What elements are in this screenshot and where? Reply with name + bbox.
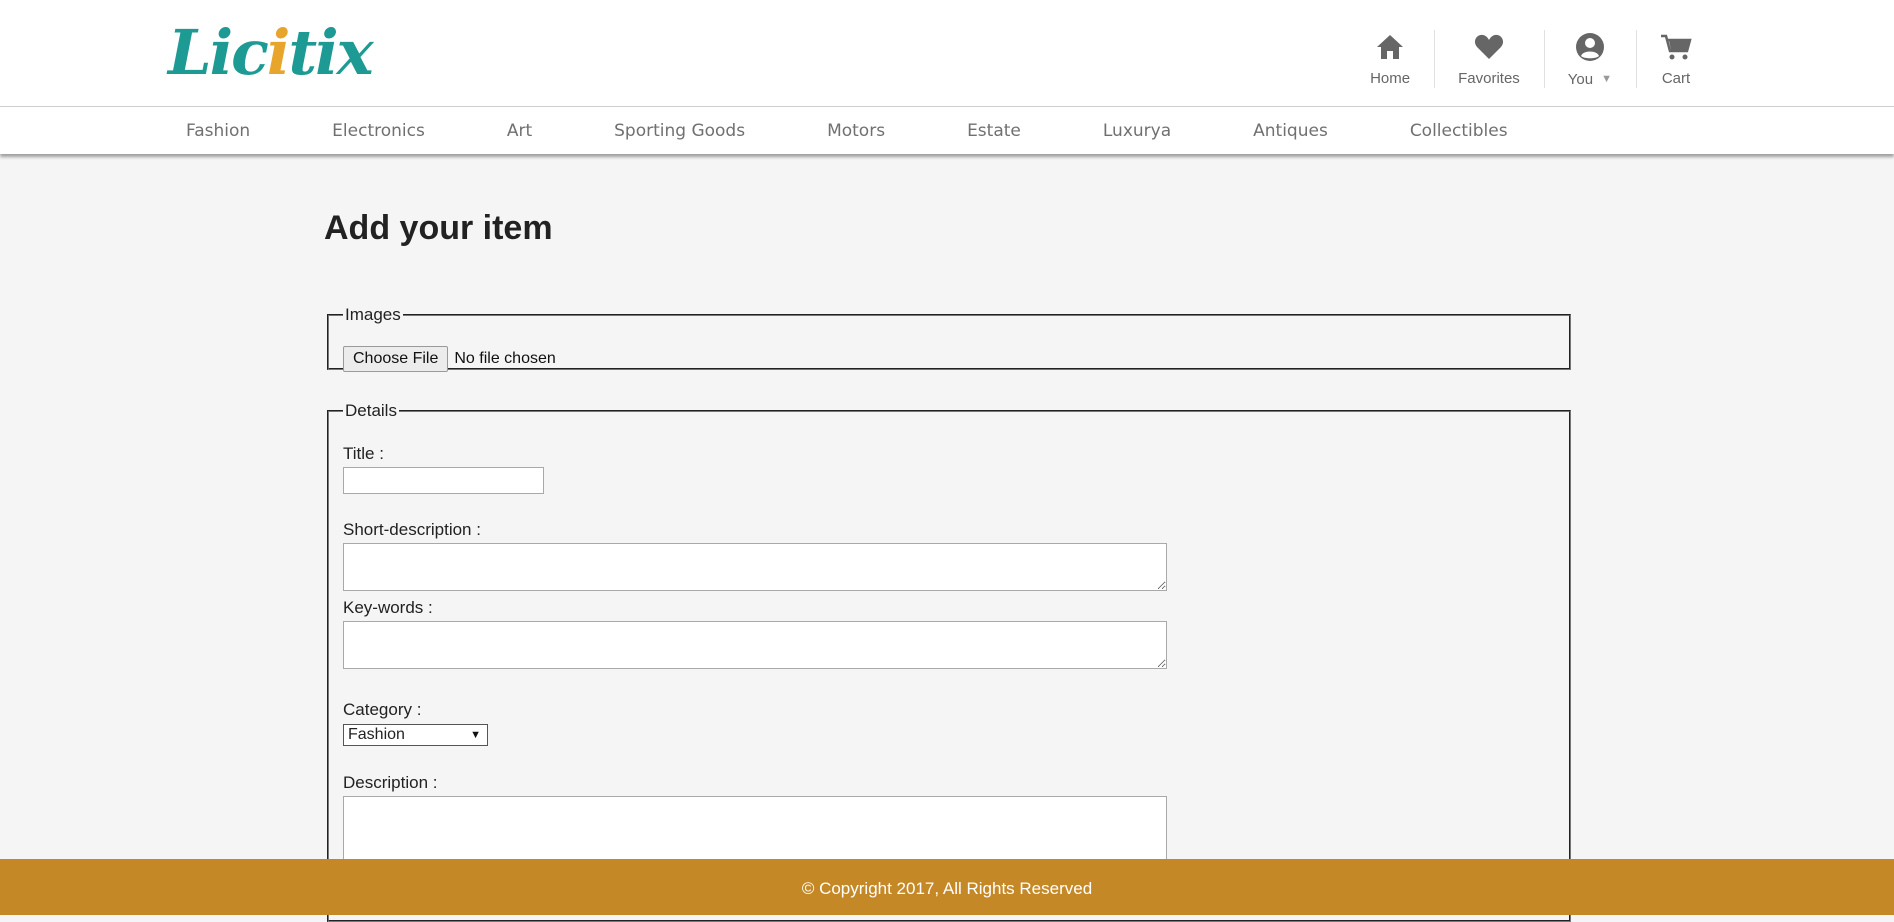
category-motors[interactable]: Motors	[827, 107, 885, 155]
keywords-textarea[interactable]	[343, 621, 1167, 669]
details-fieldset: Details Title : Short-description : Key-…	[327, 402, 1571, 922]
page-title: Add your item	[324, 209, 553, 247]
site-header: Licitix Home Favorites You ▼ Cart	[0, 0, 1894, 107]
home-icon	[1375, 28, 1405, 66]
logo-text-accent: i	[266, 16, 291, 89]
category-antiques[interactable]: Antiques	[1253, 107, 1328, 155]
user-icon	[1575, 28, 1605, 66]
category-art[interactable]: Art	[507, 107, 532, 155]
logo-text-end: tix	[288, 16, 373, 89]
keywords-label: Key-words :	[343, 598, 433, 617]
short-description-label: Short-description :	[343, 520, 481, 539]
chevron-down-icon[interactable]: ▼	[1601, 73, 1612, 85]
file-upload: Choose File No file chosen	[343, 346, 556, 372]
choose-file-button[interactable]: Choose File	[343, 346, 449, 372]
category-collectibles[interactable]: Collectibles	[1410, 107, 1508, 155]
category-list: Fashion Electronics Art Sporting Goods M…	[0, 107, 1894, 155]
category-fashion[interactable]: Fashion	[186, 107, 250, 155]
images-fieldset: Images Choose File No file chosen	[327, 305, 1571, 372]
cart-icon	[1660, 28, 1692, 66]
category-estate[interactable]: Estate	[967, 107, 1021, 155]
site-logo[interactable]: Licitix	[168, 16, 374, 89]
nav-you-label-wrap: You ▼	[1568, 70, 1612, 89]
nav-you-label: You	[1567, 71, 1594, 88]
category-label: Category :	[343, 700, 422, 719]
site-footer: © Copyright 2017, All Rights Reserved	[0, 859, 1894, 915]
nav-favorites[interactable]: Favorites	[1434, 28, 1544, 92]
details-legend: Details	[345, 401, 397, 420]
logo-text-start: Lic	[168, 16, 269, 89]
category-select[interactable]: Fashion ▼	[343, 724, 488, 746]
copyright-text: © Copyright 2017, All Rights Reserved	[801, 879, 1093, 898]
category-luxurya[interactable]: Luxurya	[1103, 107, 1171, 155]
category-electronics[interactable]: Electronics	[332, 107, 425, 155]
title-input[interactable]	[343, 467, 544, 494]
nav-cart-label: Cart	[1661, 70, 1691, 87]
images-legend: Images	[345, 305, 401, 324]
category-bar: Fashion Electronics Art Sporting Goods M…	[0, 107, 1894, 154]
title-label: Title :	[343, 444, 384, 463]
file-status: No file chosen	[454, 350, 556, 367]
heart-icon	[1474, 28, 1504, 66]
description-label: Description :	[343, 773, 438, 792]
nav-favorites-label: Favorites	[1458, 70, 1520, 87]
nav-you[interactable]: You ▼	[1543, 28, 1636, 92]
nav-home[interactable]: Home	[1346, 28, 1434, 92]
nav-home-label: Home	[1370, 70, 1411, 87]
category-select-value: Fashion	[348, 726, 405, 743]
top-nav: Home Favorites You ▼ Cart	[1346, 28, 1716, 92]
short-description-textarea[interactable]	[343, 543, 1167, 591]
nav-cart[interactable]: Cart	[1636, 28, 1716, 92]
category-sporting-goods[interactable]: Sporting Goods	[614, 107, 745, 155]
chevron-down-icon: ▼	[470, 729, 481, 741]
